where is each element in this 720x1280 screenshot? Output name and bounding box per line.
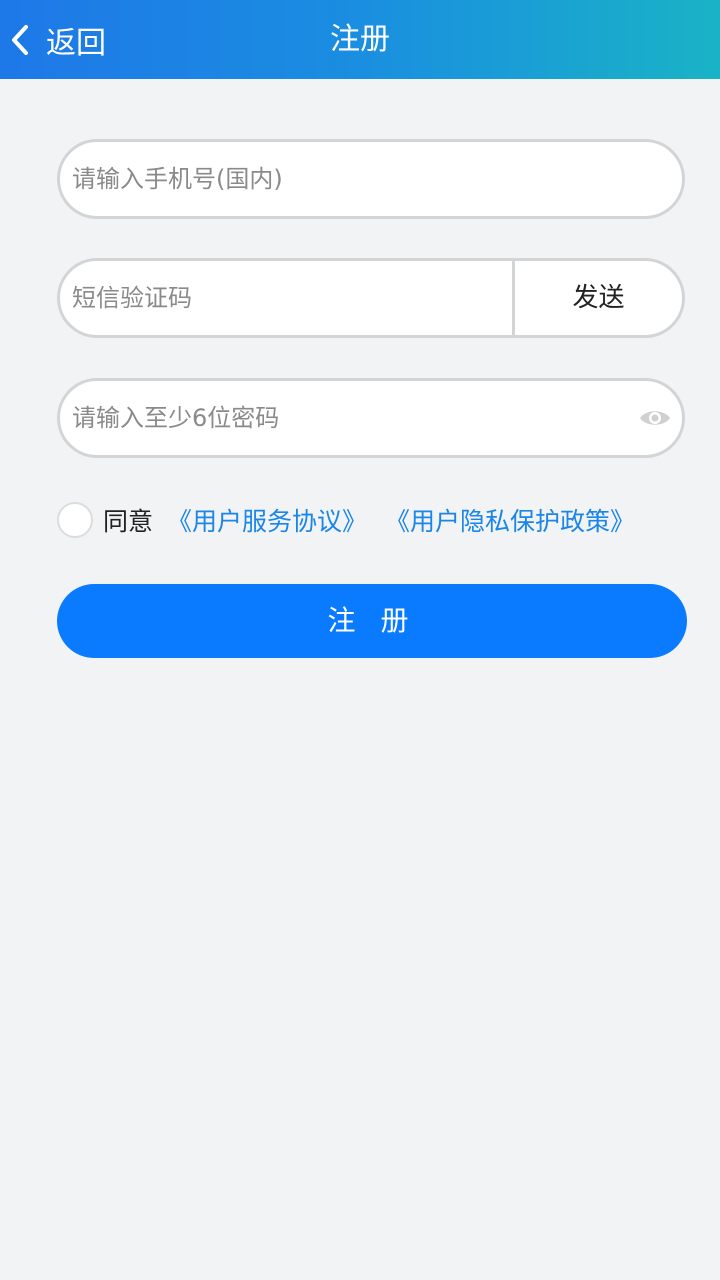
agree-checkbox[interactable] xyxy=(57,502,93,538)
back-label[interactable]: 返回 xyxy=(46,18,106,62)
sms-code-field[interactable]: 发送 xyxy=(57,258,685,338)
send-code-button[interactable]: 发送 xyxy=(515,261,682,335)
eye-icon[interactable] xyxy=(636,401,674,435)
sms-code-input[interactable] xyxy=(72,261,492,335)
back-button[interactable]: 返回 xyxy=(0,0,140,79)
chevron-left-icon[interactable] xyxy=(0,0,40,79)
terms-link[interactable]: 《用户服务协议》 xyxy=(167,502,367,538)
privacy-link[interactable]: 《用户隐私保护政策》 xyxy=(385,502,635,538)
register-button[interactable]: 注 册 xyxy=(57,584,687,658)
password-field[interactable] xyxy=(57,378,685,458)
agree-label: 同意 xyxy=(103,507,154,536)
agreement-row: 同意 《用户服务协议》 《用户隐私保护政策》 xyxy=(57,500,697,540)
password-input[interactable] xyxy=(72,381,612,455)
nav-bar: 返回 注册 xyxy=(0,0,720,79)
phone-field[interactable] xyxy=(57,139,685,219)
phone-input[interactable] xyxy=(72,142,662,216)
register-screen: 返回 注册 发送 同意 《用户服务协议》 《用户隐私保护政策》 注 册 xyxy=(0,0,720,1280)
